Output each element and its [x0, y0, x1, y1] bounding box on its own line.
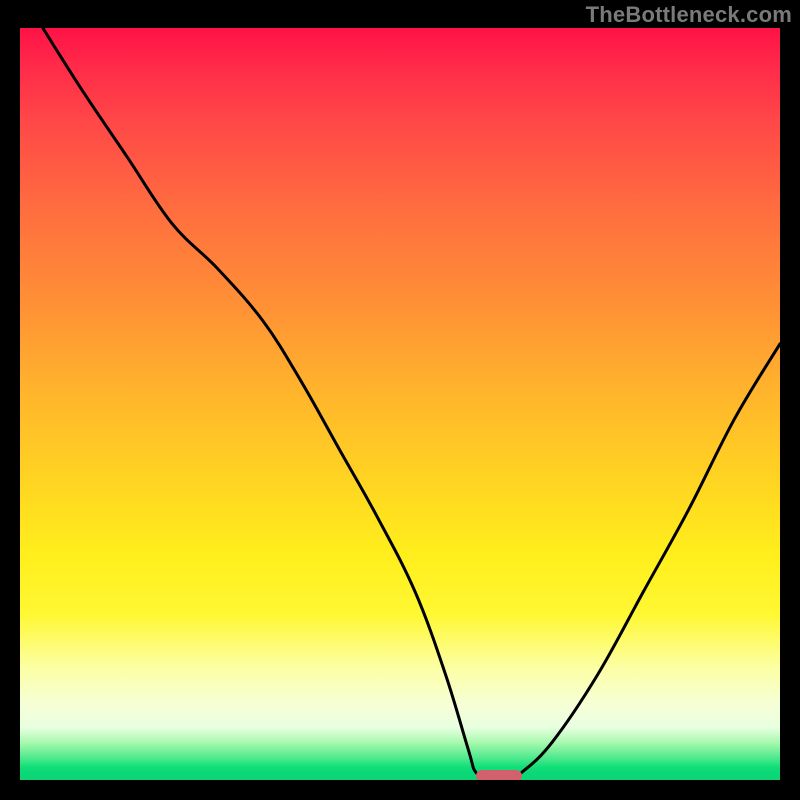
curve-path [43, 28, 780, 780]
image-root: TheBottleneck.com [0, 0, 800, 800]
minimum-marker [476, 770, 522, 780]
watermark-text: TheBottleneck.com [586, 2, 792, 28]
bottleneck-curve [20, 28, 780, 780]
plot-area [20, 28, 780, 780]
